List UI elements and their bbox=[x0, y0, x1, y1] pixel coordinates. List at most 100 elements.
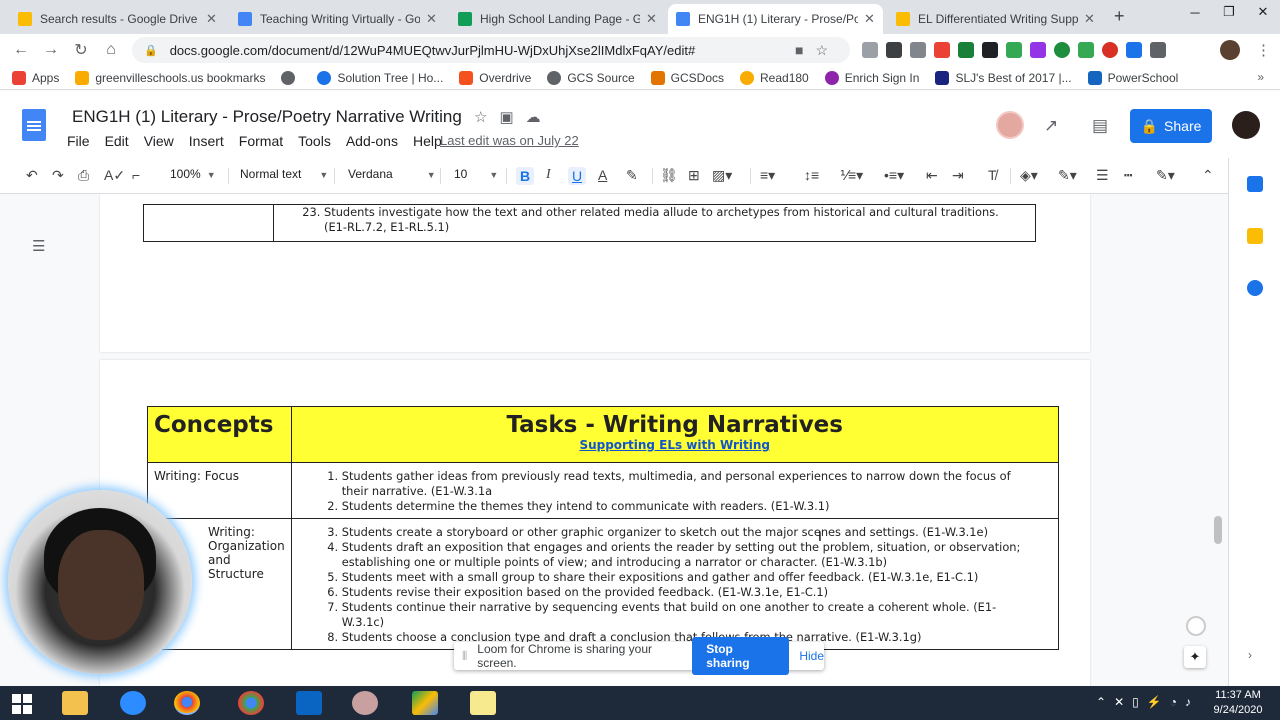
bookmark-slj[interactable]: SLJ's Best of 2017 |... bbox=[935, 70, 1072, 85]
tab-google-drive[interactable]: Search results - Google Drive ✕ bbox=[10, 4, 225, 34]
move-folder-icon[interactable]: ▣ bbox=[499, 108, 513, 126]
list-item[interactable]: Students draft an exposition that engage… bbox=[342, 540, 1034, 570]
new-tab-icon[interactable]: + bbox=[1114, 6, 1125, 27]
windows-start-icon[interactable] bbox=[12, 694, 32, 714]
extension-icon[interactable] bbox=[1054, 42, 1070, 58]
bookmarks-overflow-icon[interactable]: » bbox=[1257, 70, 1264, 84]
bookmark-enrich[interactable]: Enrich Sign In bbox=[824, 70, 919, 85]
text-color-icon[interactable]: A bbox=[598, 167, 607, 183]
close-icon[interactable]: ✕ bbox=[206, 11, 217, 27]
bookmark-folder[interactable]: greenvilleschools.us bookmarks bbox=[75, 70, 265, 85]
tasks-cell[interactable]: Students gather ideas from previously re… bbox=[290, 462, 1059, 519]
bookmark-read180[interactable]: Read180 bbox=[740, 70, 809, 85]
outlook-icon[interactable] bbox=[296, 691, 322, 715]
paragraph-style-select[interactable]: Normal text ▼ bbox=[240, 167, 328, 181]
webcam-bubble[interactable] bbox=[8, 490, 192, 674]
tray-chevron-icon[interactable]: ⌃ bbox=[1096, 695, 1106, 709]
close-icon[interactable]: ✕ bbox=[646, 11, 657, 27]
keep-icon[interactable] bbox=[1247, 228, 1263, 244]
increase-indent-icon[interactable]: ⇥ bbox=[952, 167, 964, 184]
numbered-list-icon[interactable]: ⅟≡▾ bbox=[840, 167, 863, 184]
font-size-select[interactable]: 10 ▼ bbox=[454, 167, 498, 181]
reload-icon[interactable]: ↻ bbox=[66, 40, 96, 60]
extension-icon[interactable] bbox=[1102, 42, 1118, 58]
extension-icon[interactable] bbox=[862, 42, 878, 58]
print-icon[interactable]: ⎙ bbox=[78, 167, 89, 184]
border-dash-icon[interactable]: ┅ bbox=[1124, 167, 1132, 184]
tab-teaching-writing[interactable]: Teaching Writing Virtually - Goo ✕ bbox=[230, 4, 445, 34]
tab-el-differentiated[interactable]: EL Differentiated Writing Suppo ✕ bbox=[888, 4, 1103, 34]
list-item[interactable]: Students gather ideas from previously re… bbox=[342, 469, 1034, 499]
calendar-icon[interactable] bbox=[1247, 176, 1263, 192]
chrome-profile-avatar[interactable] bbox=[1220, 40, 1240, 60]
volume-icon[interactable]: ♪ bbox=[1185, 695, 1191, 709]
sticky-notes-icon[interactable] bbox=[470, 691, 496, 715]
bookmark-overdrive[interactable]: Overdrive bbox=[459, 70, 531, 85]
show-side-panel-icon[interactable]: › bbox=[1248, 648, 1252, 662]
bulleted-list-icon[interactable]: •≡▾ bbox=[884, 167, 904, 184]
drag-handle-icon[interactable]: ⦀ bbox=[462, 649, 467, 664]
docs-logo-icon[interactable] bbox=[22, 109, 46, 141]
align-icon[interactable]: ≡▾ bbox=[760, 167, 775, 184]
battery-icon[interactable]: ▯ bbox=[1132, 695, 1139, 709]
menu-view[interactable]: View bbox=[144, 133, 174, 149]
extension-icon[interactable] bbox=[1126, 42, 1142, 58]
bookmark-solution-tree[interactable]: Solution Tree | Ho... bbox=[317, 70, 443, 85]
snipping-tool-icon[interactable] bbox=[352, 691, 378, 715]
clear-formatting-icon[interactable]: T̸ bbox=[988, 167, 997, 183]
extension-icon[interactable] bbox=[982, 42, 998, 58]
add-comment-icon[interactable]: ⊞ bbox=[688, 167, 700, 184]
maximize-icon[interactable]: ❐ bbox=[1212, 0, 1246, 24]
menu-file[interactable]: File bbox=[67, 133, 90, 149]
home-icon[interactable]: ⌂ bbox=[96, 41, 126, 59]
list-item[interactable]: Students investigate how the text and ot… bbox=[324, 205, 1011, 235]
grammarly-icon[interactable] bbox=[1186, 616, 1206, 636]
menu-addons[interactable]: Add-ons bbox=[346, 133, 398, 149]
activity-trend-icon[interactable]: ↗ bbox=[1044, 116, 1058, 136]
stop-sharing-button[interactable]: Stop sharing bbox=[692, 637, 790, 675]
supporting-els-link[interactable]: Supporting ELs with Writing bbox=[292, 438, 1058, 452]
tab-eng1h-active[interactable]: ENG1H (1) Literary - Prose/Poet ✕ bbox=[668, 4, 883, 34]
collapse-menus-icon[interactable]: ⌃ bbox=[1202, 167, 1214, 184]
camera-icon[interactable]: ■ bbox=[795, 42, 803, 59]
undo-icon[interactable]: ↶ bbox=[26, 167, 38, 184]
concepts-header[interactable]: Concepts bbox=[147, 406, 292, 463]
menu-help[interactable]: Help bbox=[413, 133, 442, 149]
extension-icon[interactable] bbox=[934, 42, 950, 58]
star-icon[interactable]: ☆ bbox=[474, 108, 487, 126]
vertical-scrollbar-thumb[interactable] bbox=[1214, 516, 1222, 544]
highlight-icon[interactable]: ✎ bbox=[626, 167, 638, 184]
menu-format[interactable]: Format bbox=[239, 133, 283, 149]
bookmark-powerschool[interactable]: PowerSchool bbox=[1087, 70, 1178, 85]
extension-icon[interactable] bbox=[886, 42, 902, 58]
comments-icon[interactable]: ▤ bbox=[1092, 116, 1108, 136]
back-icon[interactable]: ← bbox=[6, 41, 36, 59]
chrome-app-icon[interactable] bbox=[174, 691, 200, 715]
list-item[interactable]: Students determine the themes they inten… bbox=[342, 499, 1034, 514]
chrome-second-icon[interactable] bbox=[238, 691, 264, 715]
extension-icon[interactable] bbox=[910, 42, 926, 58]
google-drive-icon[interactable] bbox=[412, 691, 438, 715]
border-color-icon[interactable]: ✎▾ bbox=[1058, 167, 1077, 184]
list-item[interactable]: Students continue their narrative by seq… bbox=[342, 600, 1034, 630]
font-family-select[interactable]: Verdana ▼ bbox=[348, 167, 436, 181]
collaborator-avatar[interactable] bbox=[996, 111, 1024, 139]
document-outline-icon[interactable]: ☰ bbox=[32, 237, 45, 255]
close-icon[interactable]: ✕ bbox=[1084, 11, 1095, 27]
cloud-saved-icon[interactable]: ☁ bbox=[526, 108, 541, 126]
document-title[interactable]: ENG1H (1) Literary - Prose/Poetry Narrat… bbox=[72, 107, 462, 127]
extension-icon[interactable] bbox=[1030, 42, 1046, 58]
explore-icon[interactable]: ✦ bbox=[1184, 646, 1206, 668]
line-spacing-icon[interactable]: ↕≡ bbox=[804, 167, 819, 183]
concept-cell[interactable]: Writing: Focus bbox=[147, 462, 292, 519]
insert-link-icon[interactable]: ⛓ bbox=[660, 167, 678, 184]
extension-icon[interactable] bbox=[1078, 42, 1094, 58]
network-error-icon[interactable]: ✕ bbox=[1114, 695, 1124, 709]
extension-icon[interactable] bbox=[958, 42, 974, 58]
italic-button[interactable]: I bbox=[546, 167, 551, 183]
border-width-icon[interactable]: ☰ bbox=[1096, 167, 1109, 184]
editing-mode-icon[interactable]: ✎▾ bbox=[1156, 167, 1175, 184]
close-icon[interactable]: ✕ bbox=[426, 11, 437, 27]
list-item[interactable]: Students meet with a small group to shar… bbox=[342, 570, 1034, 585]
last-edit-link[interactable]: Last edit was on July 22 bbox=[440, 133, 579, 148]
